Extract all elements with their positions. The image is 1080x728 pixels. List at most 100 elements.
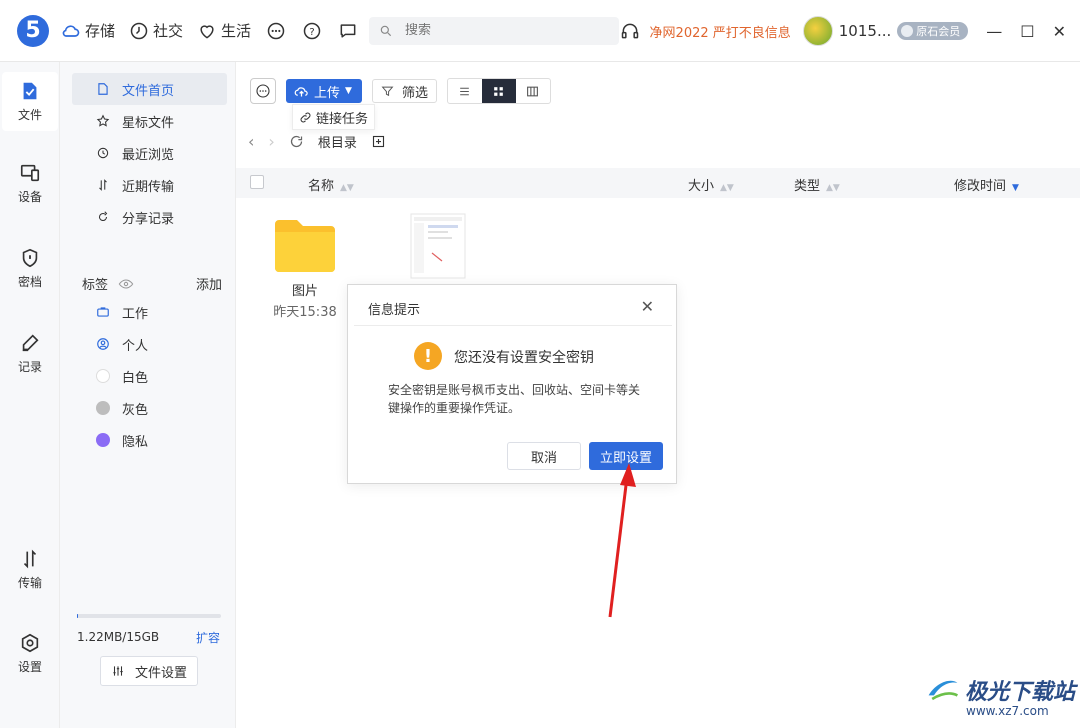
- list-view-button[interactable]: [448, 79, 482, 103]
- sort-icon: ▲▼: [720, 183, 734, 193]
- tag-personal[interactable]: 个人: [72, 328, 227, 360]
- rail-vault[interactable]: 密档: [0, 247, 60, 290]
- refresh-icon[interactable]: [289, 134, 304, 149]
- maximize-icon[interactable]: ☐: [1020, 22, 1034, 41]
- column-type-label: 类型: [794, 179, 821, 194]
- select-all-checkbox[interactable]: [250, 175, 264, 189]
- rail-settings[interactable]: 设置: [0, 632, 60, 675]
- sort-icon: ▲▼: [826, 183, 840, 193]
- back-icon[interactable]: ‹: [248, 132, 254, 151]
- upload-label: 上传: [314, 85, 341, 101]
- dialog-body: 安全密钥是账号枫币支出、回收站、空间卡等关键操作的重要操作凭证。: [388, 383, 641, 415]
- sidebar: 文件首页 星标文件 最近浏览 近期传输 分享记录 标签 添加 工作 个人 白色 …: [60, 62, 236, 728]
- chevron-down-icon: ▼: [345, 86, 352, 96]
- top-right: 净网2022 严打不良信息 1015... 原石会员 — ☐ ✕: [620, 0, 1080, 62]
- dialog-title: 信息提示: [368, 303, 421, 318]
- file-date: 昨天15:38: [273, 305, 337, 320]
- eye-icon[interactable]: [118, 276, 134, 292]
- breadcrumb-root[interactable]: 根目录: [318, 132, 357, 151]
- tags-header: 标签 添加: [82, 274, 222, 293]
- avatar[interactable]: [802, 16, 833, 46]
- more-options-button[interactable]: [250, 78, 276, 104]
- security-key-dialog: 信息提示 ✕ ! 您还没有设置安全密钥 安全密钥是账号枫币支出、回收站、空间卡等…: [347, 284, 677, 484]
- file-item-folder[interactable]: 图片 昨天15:38: [270, 216, 340, 320]
- rail-label: 传输: [17, 576, 42, 590]
- headset-icon[interactable]: [620, 21, 640, 41]
- column-modified[interactable]: 修改时间 ▼: [954, 175, 1019, 194]
- message-icon[interactable]: [337, 20, 359, 42]
- column-name[interactable]: 名称 ▲▼: [308, 175, 354, 194]
- storage-fill: [77, 614, 79, 618]
- pen-icon: [22, 334, 39, 352]
- cancel-button[interactable]: 取消: [507, 442, 581, 470]
- more-icon: [256, 84, 270, 98]
- sidebar-item-transfers[interactable]: 近期传输: [72, 169, 227, 201]
- column-size[interactable]: 大小 ▲▼: [688, 175, 734, 194]
- path-bar: ‹ › 根目录: [248, 132, 386, 151]
- filter-button[interactable]: 筛选: [371, 79, 437, 103]
- close-icon[interactable]: ✕: [1053, 22, 1066, 41]
- divider: [354, 325, 672, 326]
- warning-icon: !: [414, 342, 442, 370]
- file-settings-button[interactable]: 文件设置: [100, 656, 198, 686]
- rail-files[interactable]: 文件: [2, 72, 58, 131]
- rail-label: 设备: [17, 190, 42, 204]
- sidebar-item-label: 星标文件: [122, 115, 175, 131]
- image-thumbnail: [410, 213, 466, 279]
- more-icon[interactable]: [265, 20, 287, 42]
- tag-color-dot: [96, 433, 110, 447]
- app-logo[interactable]: 5: [17, 14, 49, 47]
- filter-label: 筛选: [401, 85, 428, 101]
- column-view-button[interactable]: [516, 79, 550, 103]
- forward-icon[interactable]: ›: [268, 132, 274, 151]
- sliders-icon: [113, 666, 123, 676]
- username[interactable]: 1015...: [839, 22, 891, 40]
- tag-white[interactable]: 白色: [72, 360, 227, 392]
- rail-device[interactable]: 设备: [0, 162, 60, 205]
- columns-icon: [527, 86, 539, 96]
- tag-label: 个人: [122, 338, 149, 354]
- table-header: 名称 ▲▼ 大小 ▲▼ 类型 ▲▼ 修改时间 ▼: [236, 168, 1080, 198]
- search-input[interactable]: [405, 23, 586, 38]
- minimize-icon[interactable]: —: [986, 22, 1002, 41]
- sidebar-item-starred[interactable]: 星标文件: [72, 105, 227, 137]
- person-icon: [97, 338, 109, 350]
- sort-desc-icon: ▼: [1012, 183, 1019, 193]
- nav-storage[interactable]: 存储: [61, 20, 115, 41]
- tag-private[interactable]: 隐私: [72, 424, 227, 456]
- tag-label: 灰色: [122, 402, 149, 418]
- column-type[interactable]: 类型 ▲▼: [794, 175, 840, 194]
- search-box[interactable]: [369, 16, 620, 45]
- search-icon: [380, 25, 392, 36]
- nav-life[interactable]: 生活: [197, 20, 251, 41]
- file-icon: [23, 82, 37, 100]
- sidebar-item-shares[interactable]: 分享记录: [72, 201, 227, 233]
- member-badge[interactable]: 原石会员: [897, 22, 969, 40]
- expand-storage-link[interactable]: 扩容: [196, 629, 220, 646]
- tag-label: 白色: [122, 370, 149, 386]
- tags-title: 标签: [82, 278, 109, 293]
- sidebar-item-home[interactable]: 文件首页: [72, 73, 227, 105]
- history-icon: [97, 147, 109, 159]
- grid-view-button[interactable]: [481, 79, 516, 103]
- new-folder-icon[interactable]: [371, 134, 386, 149]
- tag-color-dot: [96, 369, 110, 383]
- toolbar: 上传 ▼ 筛选: [250, 78, 551, 104]
- help-icon[interactable]: ?: [301, 20, 323, 42]
- badge-gem-icon: [901, 25, 914, 37]
- tag-work[interactable]: 工作: [72, 296, 227, 328]
- rail-records[interactable]: 记录: [0, 332, 60, 375]
- sidebar-item-recent[interactable]: 最近浏览: [72, 137, 227, 169]
- dialog-heading: 您还没有设置安全密钥: [454, 350, 594, 366]
- tags-add-button[interactable]: 添加: [196, 274, 222, 293]
- briefcase-icon: [97, 307, 109, 317]
- tag-gray[interactable]: 灰色: [72, 392, 227, 424]
- file-item-image[interactable]: [410, 213, 466, 283]
- promo-text[interactable]: 净网2022 严打不良信息: [650, 22, 791, 41]
- link-task-button[interactable]: 链接任务: [292, 104, 376, 130]
- nav-social[interactable]: 社交: [129, 20, 183, 41]
- rail-label: 记录: [17, 360, 42, 374]
- upload-button[interactable]: 上传 ▼: [286, 79, 362, 103]
- rail-transfer[interactable]: 传输: [0, 548, 60, 591]
- close-icon[interactable]: ✕: [641, 297, 654, 316]
